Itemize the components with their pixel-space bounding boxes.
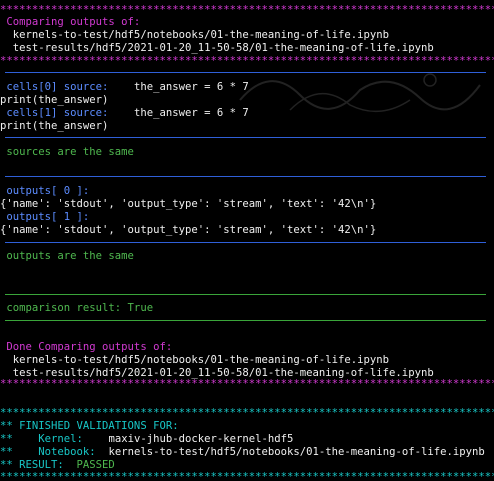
comparing-title: Comparing outputs of: bbox=[0, 16, 141, 28]
finished-validations-title: ** FINISHED VALIDATIONS FOR: bbox=[0, 420, 179, 432]
cell-0-source-line: cells[0] source: the_answer = 6 * 7 bbox=[0, 81, 249, 94]
sources-same-status: sources are the same bbox=[0, 146, 134, 158]
cell-1-source-line: cells[1] source: the_answer = 6 * 7 bbox=[0, 107, 249, 120]
notebook-prefix: ** Notebook: bbox=[0, 446, 109, 458]
blue-divider-2 bbox=[5, 137, 486, 138]
output-1-value: {'name': 'stdout', 'output_type': 'strea… bbox=[0, 224, 377, 236]
background-watermark-logo bbox=[239, 73, 481, 113]
cell-1-code-line2: print(the_answer) bbox=[0, 120, 109, 132]
blue-divider-1 bbox=[5, 72, 486, 73]
notebook-value: kernels-to-test/hdf5/notebooks/01-the-me… bbox=[108, 446, 485, 458]
cell-1-label: cells[1] source: bbox=[0, 107, 109, 119]
stars-divider-finished-bottom: ****************************************… bbox=[0, 471, 494, 481]
blue-divider-4 bbox=[5, 242, 486, 243]
kernel-prefix: ** Kernel: bbox=[0, 433, 109, 445]
stars-divider-done: ****************************************… bbox=[0, 378, 494, 390]
output-1-label: outputs[ 1 ]: bbox=[0, 211, 90, 223]
green-divider-2 bbox=[5, 320, 486, 321]
terminal-window[interactable]: ****************************************… bbox=[0, 0, 494, 481]
comparison-result: comparison result: True bbox=[0, 302, 154, 314]
kernel-value: maxiv-jhub-docker-kernel-hdf5 bbox=[108, 433, 294, 445]
cell-1-code: the_answer = 6 * 7 bbox=[108, 107, 249, 119]
cell-0-code: the_answer = 6 * 7 bbox=[108, 81, 249, 93]
blue-divider-3 bbox=[5, 176, 486, 177]
result-status-badge: PASSED bbox=[76, 459, 115, 471]
output-0-label: outputs[ 0 ]: bbox=[0, 185, 90, 197]
finished-notebook-line: ** Notebook: kernels-to-test/hdf5/notebo… bbox=[0, 446, 485, 459]
cell-0-label: cells[0] source: bbox=[0, 81, 109, 93]
stars-divider-finished-top: ****************************************… bbox=[0, 407, 494, 419]
compare-file-result: test-results/hdf5/2021-01-20_11-50-58/01… bbox=[0, 42, 434, 54]
done-comparing-title: Done Comparing outputs of: bbox=[0, 341, 173, 353]
stars-divider-header-end: ****************************************… bbox=[0, 55, 494, 67]
compare-file-source: kernels-to-test/hdf5/notebooks/01-the-me… bbox=[0, 29, 390, 41]
finished-kernel-line: ** Kernel: maxiv-jhub-docker-kernel-hdf5 bbox=[0, 433, 293, 446]
cell-0-code-line2: print(the_answer) bbox=[0, 94, 109, 106]
result-prefix: ** RESULT: bbox=[0, 459, 77, 471]
output-0-value: {'name': 'stdout', 'output_type': 'strea… bbox=[0, 198, 377, 210]
outputs-same-status: outputs are the same bbox=[0, 250, 134, 262]
green-divider-1 bbox=[5, 294, 486, 295]
done-file-source: kernels-to-test/hdf5/notebooks/01-the-me… bbox=[0, 354, 390, 366]
